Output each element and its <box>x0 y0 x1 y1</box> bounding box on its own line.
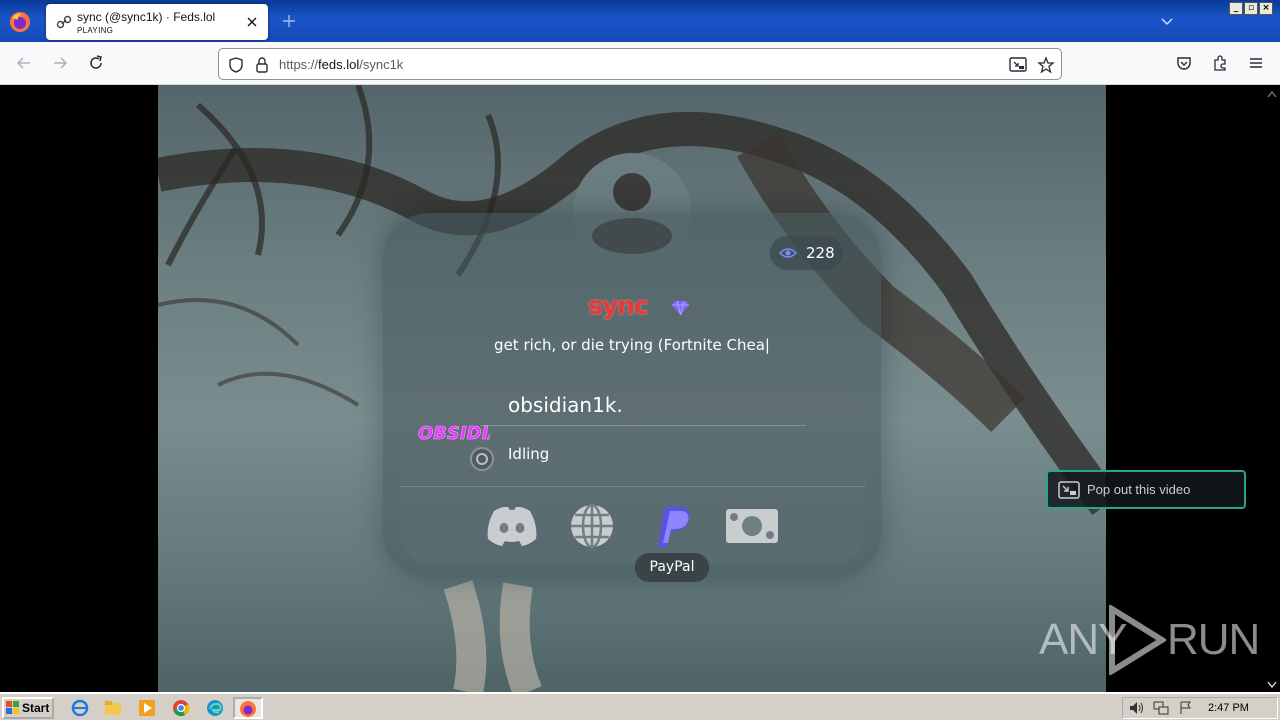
profile-bio: get rich, or die trying (Fortnite Chea| <box>494 336 770 354</box>
start-label: Start <box>22 701 50 715</box>
url-bar[interactable]: https://feds.lol/sync1k <box>218 48 1062 80</box>
close-window-button[interactable]: × <box>1259 2 1273 15</box>
reload-icon[interactable] <box>87 54 105 72</box>
play-logo-icon <box>1109 605 1166 675</box>
paypal-icon[interactable] <box>644 503 700 549</box>
picture-in-picture-icon[interactable] <box>1009 57 1027 73</box>
watermark-text-run: RUN <box>1167 615 1260 664</box>
pop-out-video-button[interactable]: Pop out this video <box>1046 470 1246 509</box>
tab-active[interactable]: sync (@sync1k) · Feds.lol PLAYING <box>46 4 268 40</box>
back-icon[interactable] <box>15 54 33 72</box>
svg-text:OBSIDIAN: OBSIDIAN <box>418 423 490 444</box>
internet-explorer-icon[interactable] <box>71 699 89 717</box>
flag-icon[interactable] <box>1179 701 1193 715</box>
extensions-icon[interactable] <box>1211 54 1229 72</box>
page-content: 228 sync get rich, or die trying (Fortni… <box>0 85 1280 692</box>
discord-presence-card: OBSIDIAN obsidian1k. Idling <box>400 377 865 487</box>
edge-icon[interactable] <box>206 699 224 717</box>
url-text[interactable]: https://feds.lol/sync1k <box>279 57 403 72</box>
divider <box>480 425 806 426</box>
link-icon <box>56 15 72 29</box>
taskbar-firefox-button[interactable] <box>233 697 263 719</box>
forward-icon[interactable] <box>51 54 69 72</box>
scroll-down-icon[interactable] <box>1267 681 1277 689</box>
url-host: feds.lol <box>318 57 360 72</box>
volume-icon[interactable] <box>1129 701 1145 715</box>
picture-in-picture-icon <box>1058 481 1080 499</box>
view-count: 228 <box>806 244 835 262</box>
lock-icon[interactable] <box>254 56 270 74</box>
paypal-tooltip: PayPal <box>635 553 709 582</box>
chrome-icon[interactable] <box>172 699 190 717</box>
pop-out-label: Pop out this video <box>1087 482 1191 497</box>
firefox-icon <box>240 701 256 717</box>
shield-icon[interactable] <box>227 56 245 74</box>
cash-icon[interactable] <box>724 503 780 549</box>
taskbar-clock: 2:47 PM <box>1208 702 1249 714</box>
navigation-bar: https://feds.lol/sync1k <box>0 42 1280 85</box>
network-icon[interactable] <box>1153 701 1169 715</box>
diamond-icon <box>672 300 689 316</box>
url-protocol: https:// <box>279 57 319 72</box>
presence-status-text: Idling <box>508 445 550 463</box>
presence-avatar-image: OBSIDIAN <box>418 423 490 445</box>
tab-title: sync (@sync1k) · Feds.lol <box>77 10 216 24</box>
bookmark-star-icon[interactable] <box>1037 56 1055 74</box>
file-explorer-icon[interactable] <box>104 699 122 717</box>
view-counter: 228 <box>770 236 843 270</box>
premium-badge[interactable] <box>661 293 700 323</box>
scroll-up-icon[interactable] <box>1267 90 1277 98</box>
social-links <box>400 487 865 564</box>
tab-strip: sync (@sync1k) · Feds.lol PLAYING _ ▫ × <box>0 0 1280 42</box>
windows-logo-icon <box>6 701 19 714</box>
globe-icon[interactable] <box>564 503 620 549</box>
close-tab-icon[interactable] <box>244 14 260 30</box>
firefox-menu-icon[interactable] <box>8 10 32 34</box>
hamburger-menu-icon[interactable] <box>1247 54 1265 72</box>
eye-icon <box>779 248 797 258</box>
profile-username: sync <box>588 291 649 320</box>
start-button[interactable]: Start <box>2 697 54 719</box>
media-player-icon[interactable] <box>138 699 156 717</box>
url-path: /sync1k <box>359 57 404 72</box>
presence-username: obsidian1k. <box>508 393 623 417</box>
system-tray <box>1122 697 1278 719</box>
tab-playing-label: PLAYING <box>77 26 114 35</box>
minimize-button[interactable]: _ <box>1229 2 1243 15</box>
discord-icon[interactable] <box>484 503 540 549</box>
new-tab-icon[interactable] <box>282 14 296 28</box>
taskbar: Start 2:47 PM <box>0 692 1280 720</box>
status-idle-icon <box>470 447 494 471</box>
chevron-down-icon[interactable] <box>1160 14 1174 28</box>
maximize-button[interactable]: ▫ <box>1244 2 1258 15</box>
pocket-icon[interactable] <box>1175 54 1193 72</box>
